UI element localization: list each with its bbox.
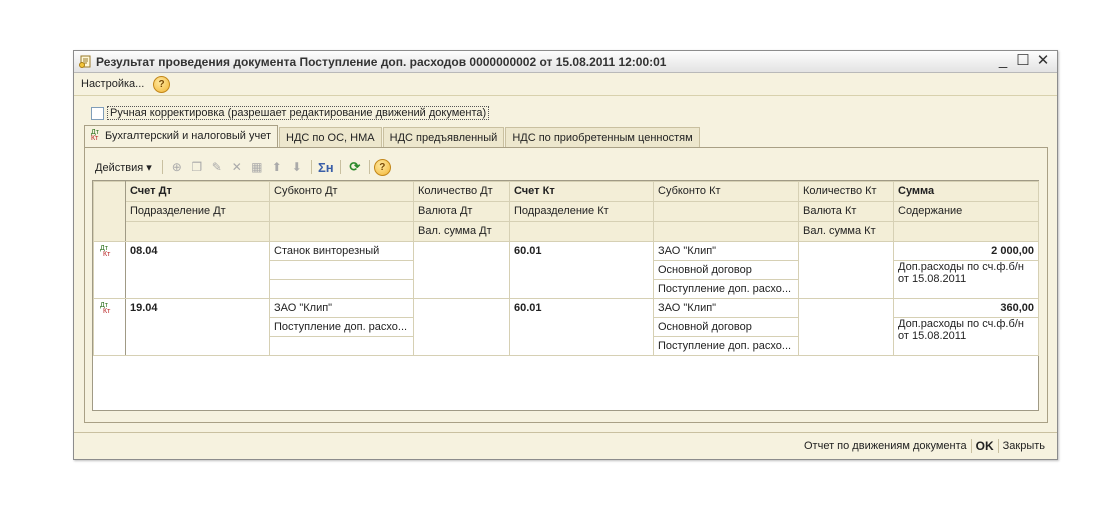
toolbar-separator bbox=[339, 160, 341, 174]
entries-grid[interactable]: Счет Дт Субконто Дт Количество Дт Счет К… bbox=[92, 180, 1039, 411]
cell-subkonto-dt-2[interactable]: Поступление доп. расхо... bbox=[269, 317, 414, 337]
dt-kt-icon: Дт Кт bbox=[100, 302, 111, 315]
toolbar-separator bbox=[368, 160, 370, 174]
cell-subkonto-kt-1[interactable]: ЗАО "Клип" bbox=[653, 241, 799, 261]
grid-toolbar: Действия ▾ ⊕ ❐ ✎ ✕ ▦ ⬆ ⬇ Σн ⟳ ? bbox=[95, 157, 391, 177]
result-window: Результат проведения документа Поступлен… bbox=[73, 50, 1058, 460]
movements-report-button[interactable]: Отчет по движениям документа bbox=[800, 440, 971, 452]
header-val-summa-kt[interactable]: Вал. сумма Кт bbox=[798, 221, 894, 242]
manual-correction-checkbox[interactable] bbox=[91, 106, 104, 120]
toolbar-separator bbox=[310, 160, 312, 174]
cell-subkonto-kt-2[interactable]: Основной договор bbox=[653, 317, 799, 337]
maximize-button[interactable]: ☐ bbox=[1013, 52, 1033, 70]
delete-icon[interactable]: ✕ bbox=[229, 159, 245, 175]
header-subkonto-dt[interactable]: Субконто Дт bbox=[269, 181, 414, 202]
cell-schet-kt[interactable]: 60.01 bbox=[509, 298, 654, 356]
header-val-summa-dt[interactable]: Вал. сумма Дт bbox=[413, 221, 510, 242]
header-empty bbox=[509, 221, 654, 242]
header-empty bbox=[269, 221, 414, 242]
manual-correction-label[interactable]: Ручная корректировка (разрешает редактир… bbox=[107, 106, 490, 120]
edit-icon[interactable]: ✎ bbox=[209, 159, 225, 175]
cell-subkonto-kt-3[interactable]: Поступление доп. расхо... bbox=[653, 279, 799, 299]
header-kolichestvo-kt[interactable]: Количество Кт bbox=[798, 181, 894, 202]
header-empty bbox=[893, 221, 1039, 242]
cell-subkonto-kt-1[interactable]: ЗАО "Клип" bbox=[653, 298, 799, 318]
header-schet-kt[interactable]: Счет Кт bbox=[509, 181, 654, 202]
cell-summa[interactable]: 360,00 bbox=[893, 298, 1039, 318]
move-down-icon[interactable]: ⬇ bbox=[289, 159, 305, 175]
cell-subkonto-dt-1[interactable]: ЗАО "Клип" bbox=[269, 298, 414, 318]
ok-button[interactable]: OK bbox=[972, 439, 998, 453]
cell-kolichestvo-dt[interactable] bbox=[413, 298, 510, 356]
row-indicator: Дт Кт bbox=[93, 298, 126, 356]
dt-kt-icon: Дт Кт bbox=[100, 245, 111, 258]
tab-panel: Действия ▾ ⊕ ❐ ✎ ✕ ▦ ⬆ ⬇ Σн ⟳ ? Счет Дт … bbox=[84, 147, 1048, 423]
header-podrazdelenie-kt[interactable]: Подразделение Кт bbox=[509, 201, 654, 222]
cell-kolichestvo-kt[interactable] bbox=[798, 298, 894, 356]
table-row[interactable]: Дт Кт 19.04 ЗАО "Клип" 60.01 ЗАО "Клип" 3… bbox=[93, 298, 1039, 356]
manual-correction-row: Ручная корректировка (разрешает редактир… bbox=[91, 106, 490, 120]
dt-kt-icon: Дт Кт bbox=[91, 129, 99, 143]
actions-menu[interactable]: Действия ▾ bbox=[95, 161, 152, 174]
help-icon[interactable]: ? bbox=[153, 76, 170, 93]
title-bar[interactable]: Результат проведения документа Поступлен… bbox=[74, 51, 1057, 73]
cell-subkonto-dt-1[interactable]: Станок винторезный bbox=[269, 241, 414, 261]
copy-icon[interactable]: ❐ bbox=[189, 159, 205, 175]
cell-kolichestvo-dt[interactable] bbox=[413, 241, 510, 299]
cell-schet-dt[interactable]: 08.04 bbox=[125, 241, 270, 299]
header-valuta-dt[interactable]: Валюта Дт bbox=[413, 201, 510, 222]
cell-soderzhanie[interactable]: Доп.расходы по сч.ф.б/н от 15.08.2011 bbox=[893, 260, 1039, 299]
entries-table: Счет Дт Субконто Дт Количество Дт Счет К… bbox=[93, 181, 1039, 356]
header-schet-dt[interactable]: Счет Дт bbox=[125, 181, 270, 202]
header-empty bbox=[653, 221, 799, 242]
cell-subkonto-dt-3[interactable] bbox=[269, 279, 414, 299]
settings-menu[interactable]: Настройка... bbox=[81, 78, 144, 90]
row-indicator: Дт Кт bbox=[93, 241, 126, 299]
header-subkonto-kt[interactable]: Субконто Кт bbox=[653, 181, 799, 202]
refresh-icon[interactable]: ⟳ bbox=[347, 159, 363, 175]
header-empty bbox=[269, 201, 414, 222]
toolbar-separator bbox=[161, 160, 163, 174]
move-up-icon[interactable]: ⬆ bbox=[269, 159, 285, 175]
menu-bar: Настройка... ? bbox=[74, 73, 1057, 96]
tab-strip: Дт Кт Бухгалтерский и налоговый учет НДС … bbox=[84, 125, 701, 148]
window-title: Результат проведения документа Поступлен… bbox=[96, 55, 667, 69]
header-empty bbox=[653, 201, 799, 222]
toolbar-help-icon[interactable]: ? bbox=[373, 158, 391, 176]
cell-subkonto-kt-3[interactable]: Поступление доп. расхо... bbox=[653, 336, 799, 356]
cell-subkonto-dt-2[interactable] bbox=[269, 260, 414, 280]
sum-icon[interactable]: Σн bbox=[318, 159, 334, 175]
table-row[interactable]: Дт Кт 08.04 Станок винторезный 60.01 ЗАО … bbox=[93, 241, 1039, 299]
cell-soderzhanie[interactable]: Доп.расходы по сч.ф.б/н от 15.08.2011 bbox=[893, 317, 1039, 356]
tab-accounting-label: Бухгалтерский и налоговый учет bbox=[105, 130, 272, 142]
close-button[interactable]: Закрыть bbox=[999, 440, 1049, 452]
cell-summa[interactable]: 2 000,00 bbox=[893, 241, 1039, 261]
tab-vat-acquired[interactable]: НДС по приобретенным ценностям bbox=[505, 127, 700, 148]
indicator-header bbox=[93, 181, 126, 242]
header-valuta-kt[interactable]: Валюта Кт bbox=[798, 201, 894, 222]
header-soderzhanie[interactable]: Содержание bbox=[893, 201, 1039, 222]
close-window-button[interactable]: ✕ bbox=[1033, 52, 1053, 70]
tab-vat-presented[interactable]: НДС предъявленный bbox=[382, 127, 505, 148]
tab-accounting[interactable]: Дт Кт Бухгалтерский и налоговый учет bbox=[84, 125, 279, 148]
tab-vat-fixed-assets[interactable]: НДС по ОС, НМА bbox=[279, 127, 382, 148]
cell-kolichestvo-kt[interactable] bbox=[798, 241, 894, 299]
cell-subkonto-dt-3[interactable] bbox=[269, 336, 414, 356]
minimize-button[interactable]: _ bbox=[993, 52, 1013, 70]
cell-schet-kt[interactable]: 60.01 bbox=[509, 241, 654, 299]
cell-subkonto-kt-2[interactable]: Основной договор bbox=[653, 260, 799, 280]
save-icon[interactable]: ▦ bbox=[249, 159, 265, 175]
header-podrazdelenie-dt[interactable]: Подразделение Дт bbox=[125, 201, 270, 222]
cell-schet-dt[interactable]: 19.04 bbox=[125, 298, 270, 356]
header-summa[interactable]: Сумма bbox=[893, 181, 1039, 202]
header-empty bbox=[125, 221, 270, 242]
header-kolichestvo-dt[interactable]: Количество Дт bbox=[413, 181, 510, 202]
add-icon[interactable]: ⊕ bbox=[169, 159, 185, 175]
document-icon bbox=[79, 55, 91, 68]
footer-bar: Отчет по движениям документа OK Закрыть bbox=[74, 432, 1057, 459]
